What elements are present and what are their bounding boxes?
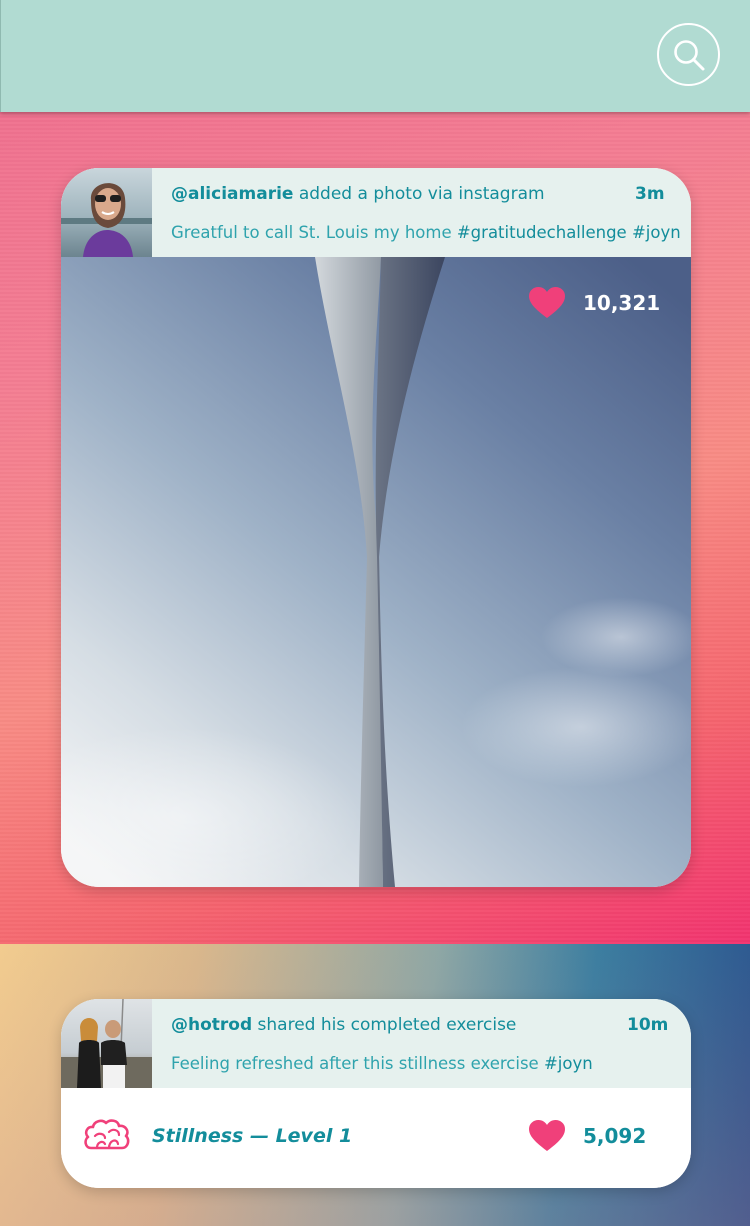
post-author-line: @aliciamarie added a photo via instagram: [171, 184, 545, 204]
post-author-line: @hotrod shared his completed exercise: [171, 1015, 516, 1035]
caption-text: Greatful to call St. Louis my home: [171, 223, 457, 242]
caption-hashtags[interactable]: #gratitudechallenge #joyn: [457, 223, 681, 242]
post-caption: Feeling refreshed after this stillness e…: [171, 1054, 593, 1073]
post-photo[interactable]: 10,321: [61, 257, 691, 887]
avatar[interactable]: [61, 168, 152, 257]
caption-hashtags[interactable]: #joyn: [544, 1054, 593, 1073]
like-button[interactable]: 5,092: [529, 1120, 646, 1152]
post-card[interactable]: @hotrod shared his completed exercise 10…: [61, 999, 691, 1188]
heart-icon: [529, 287, 565, 318]
exercise-row[interactable]: Stillness — Level 1 5,092: [61, 1088, 691, 1188]
caption-text: Feeling refreshed after this stillness e…: [171, 1054, 544, 1073]
post-action: added a photo via instagram: [293, 184, 545, 204]
search-button[interactable]: [657, 23, 720, 86]
post-card[interactable]: @aliciamarie added a photo via instagram…: [61, 168, 691, 887]
avatar[interactable]: [61, 999, 152, 1088]
username-link[interactable]: @aliciamarie: [171, 184, 293, 204]
post-action: shared his completed exercise: [252, 1015, 517, 1035]
search-icon: [674, 40, 705, 71]
brain-icon: [84, 1119, 130, 1150]
post-time: 10m: [627, 1015, 669, 1035]
post-header: @aliciamarie added a photo via instagram…: [61, 168, 691, 257]
like-button[interactable]: 10,321: [529, 287, 660, 319]
like-count: 5,092: [583, 1124, 647, 1148]
post-time: 3m: [635, 184, 665, 204]
like-count: 10,321: [583, 291, 661, 315]
heart-icon: [529, 1120, 565, 1151]
username-link[interactable]: @hotrod: [171, 1015, 252, 1035]
post-caption: Greatful to call St. Louis my home #grat…: [171, 223, 681, 242]
exercise-title[interactable]: Stillness — Level 1: [152, 1125, 352, 1147]
top-bar: [0, 0, 750, 112]
post-header: @hotrod shared his completed exercise 10…: [61, 999, 691, 1088]
